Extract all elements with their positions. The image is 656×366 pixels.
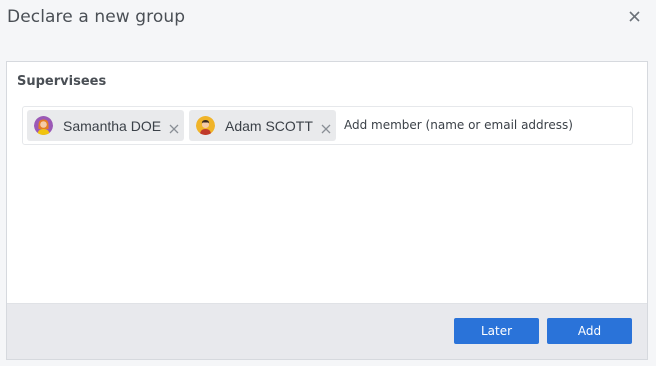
close-button[interactable] [627, 9, 643, 25]
dialog-header: Declare a new group [0, 0, 656, 38]
close-icon[interactable] [627, 9, 643, 25]
member-chip: Adam SCOTT [189, 110, 336, 141]
remove-member-button[interactable] [321, 121, 331, 134]
male-avatar-icon [196, 116, 215, 135]
member-chip-label: Samantha DOE [63, 117, 162, 134]
dialog-title: Declare a new group [7, 7, 186, 27]
later-button[interactable]: Later [454, 318, 539, 344]
member-chip-label: Adam SCOTT [225, 117, 313, 134]
add-member-input[interactable] [344, 115, 624, 135]
close-icon[interactable] [321, 124, 331, 134]
dialog-panel: Supervisees Samantha DOE Adam SCOTT Add … [6, 61, 648, 360]
section-title: Supervisees [17, 74, 107, 89]
remove-member-button[interactable] [169, 121, 179, 134]
member-picker[interactable]: Samantha DOE Adam SCOTT [22, 106, 633, 145]
add-button[interactable]: Add [547, 318, 632, 344]
female-avatar-icon [34, 116, 53, 135]
dialog-footer: Later Add [7, 303, 647, 359]
close-icon[interactable] [169, 124, 179, 134]
member-chip: Samantha DOE [27, 110, 184, 141]
